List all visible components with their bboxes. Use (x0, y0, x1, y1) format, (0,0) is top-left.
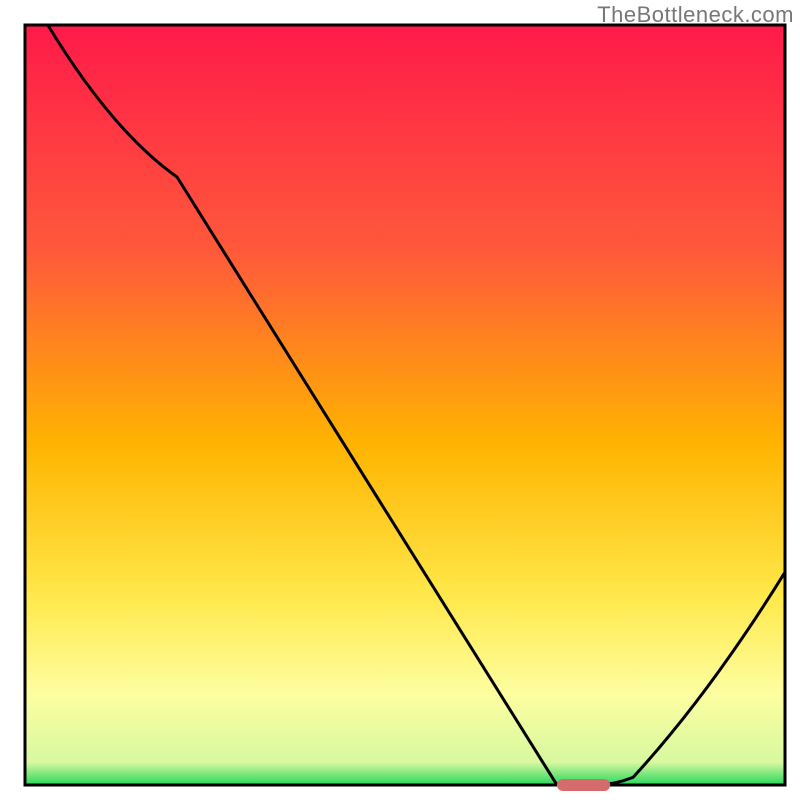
chart-gradient-bg (25, 25, 785, 785)
optimal-marker (557, 779, 610, 791)
watermark-text: TheBottleneck.com (597, 2, 794, 28)
bottleneck-chart (0, 0, 800, 800)
